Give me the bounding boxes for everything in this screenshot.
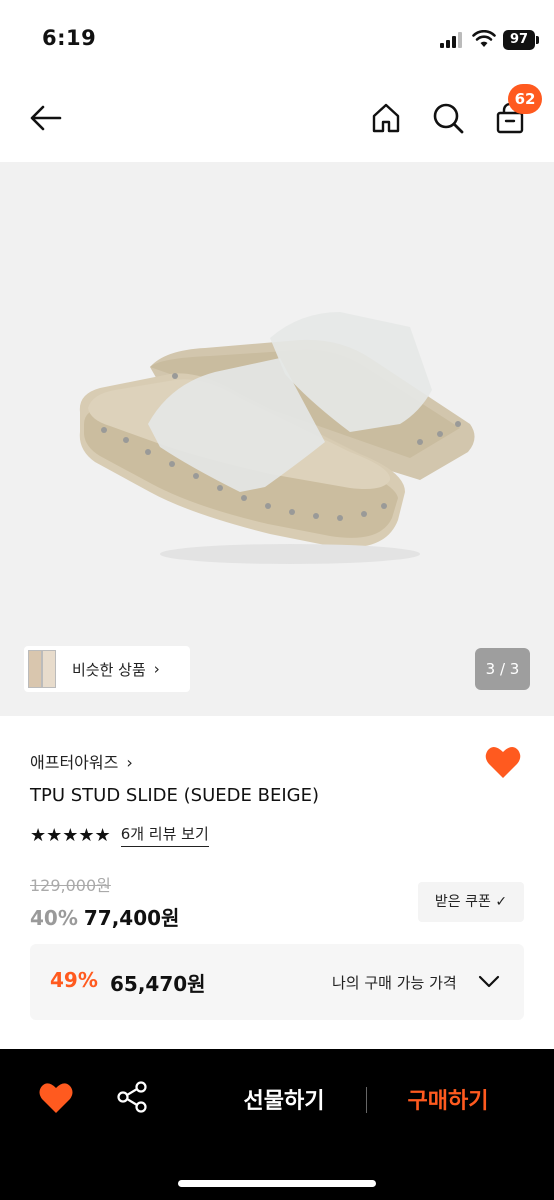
product-name: TPU STUD SLIDE (SUEDE BEIGE) <box>30 785 319 806</box>
wifi-icon <box>472 30 496 47</box>
original-price: 129,000원 <box>30 876 111 895</box>
signal-icon <box>440 32 462 48</box>
product-image-gallery[interactable]: 비슷한 상품 › 3 / 3 <box>0 162 554 716</box>
discount-rate: 40% <box>30 906 78 930</box>
similar-products-button[interactable]: 비슷한 상품 › <box>24 646 190 692</box>
cart-count-badge: 62 <box>508 84 542 114</box>
sale-price-line: 40% 77,400원 <box>30 902 179 931</box>
share-icon[interactable] <box>114 1079 150 1115</box>
product-image <box>79 312 475 564</box>
best-price: 65,470원 <box>110 972 206 996</box>
status-time: 6:19 <box>42 26 97 50</box>
my-best-price-panel[interactable]: 49% 65,470원 나의 구매 가능 가격 <box>30 944 524 1020</box>
battery-icon: 97 <box>503 30 539 50</box>
divider <box>366 1087 367 1113</box>
received-coupon-button[interactable]: 받은 쿠폰 ✓ <box>418 882 524 922</box>
home-icon[interactable] <box>368 100 404 136</box>
heart-icon[interactable] <box>484 744 522 780</box>
chevron-down-icon <box>478 975 500 988</box>
gift-button[interactable]: 선물하기 <box>224 1083 344 1115</box>
brand-name: 애프터아워즈 <box>30 753 119 772</box>
home-indicator <box>178 1180 376 1187</box>
buy-button[interactable]: 구매하기 <box>388 1083 508 1115</box>
sale-price: 77,400원 <box>83 906 180 930</box>
chevron-right-icon: › <box>153 660 160 678</box>
similar-products-label: 비슷한 상품 <box>72 660 146 679</box>
search-icon[interactable] <box>430 100 466 136</box>
nav-bar <box>0 80 554 162</box>
best-price-label: 나의 구매 가능 가격 <box>332 974 457 992</box>
status-bar: 6:19 97 <box>0 0 554 80</box>
brand-link[interactable]: 애프터아워즈 › <box>30 749 133 773</box>
chevron-right-icon: › <box>126 753 133 772</box>
similar-product-thumbnail <box>26 646 60 692</box>
rating-row: ★★★★★ 6개 리뷰 보기 <box>30 823 209 847</box>
image-counter: 3 / 3 <box>475 648 530 690</box>
review-link[interactable]: 6개 리뷰 보기 <box>120 823 209 847</box>
best-discount-rate: 49% <box>50 968 98 992</box>
star-rating: ★★★★★ <box>30 824 111 846</box>
bottom-action-bar: 선물하기 구매하기 <box>0 1049 554 1200</box>
back-arrow-icon[interactable] <box>28 100 64 136</box>
heart-icon[interactable] <box>38 1081 74 1115</box>
